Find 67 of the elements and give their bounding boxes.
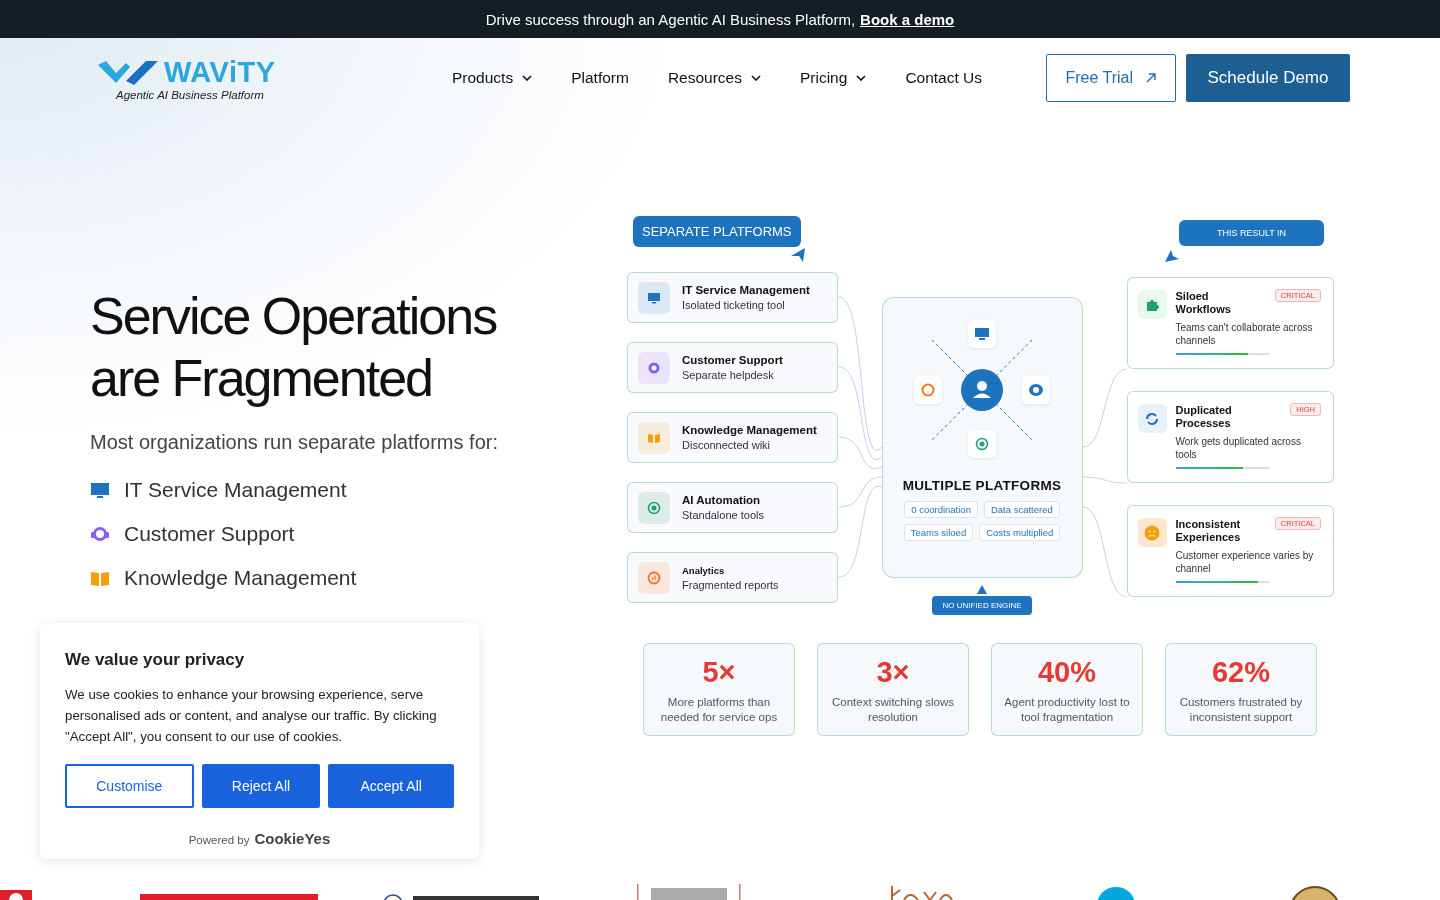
stat-description: Agent productivity lost to tool fragmentation — [1003, 695, 1131, 725]
platform-list-item: Knowledge Management — [124, 566, 357, 590]
platform-description: Standalone tools — [682, 509, 764, 521]
platform-list-item: Customer Support — [124, 522, 295, 546]
pointer-icon — [1165, 250, 1179, 262]
platform-list-item: IT Service Management — [124, 478, 347, 502]
result-description: Work gets duplicated across tools — [1175, 435, 1302, 461]
stat-value: 62% — [1211, 656, 1270, 689]
no-unified-engine-label: NO UNIFIED ENGINE — [932, 596, 1032, 615]
free-trial-button[interactable]: Free Trial — [1046, 54, 1176, 102]
platform-title: AI Automation — [682, 494, 762, 506]
cookie-button[interactable]: Accept All — [328, 764, 454, 808]
platform-description: Fragmented reports — [682, 578, 779, 591]
sync-icon — [1144, 410, 1160, 427]
result-description: Customer experience varies by channel — [1175, 549, 1315, 575]
nav-link[interactable]: Products — [452, 69, 533, 87]
hero-subtitle: Most organizations run separate platforms for: — [90, 431, 499, 454]
platform-title: IT Service Management — [682, 284, 810, 296]
separate-platforms-label: SEPARATE PLATFORMS — [633, 216, 801, 247]
issue-chip: Costs multiplied — [979, 524, 1061, 541]
stat-description: More platforms than needed for service ops — [659, 695, 779, 725]
stat-value: 40% — [1037, 656, 1096, 689]
announcement-text: Drive success through an Agentic AI Business Platform, — [485, 10, 856, 28]
connector-line — [1082, 476, 1128, 484]
client-logo — [1097, 886, 1135, 900]
issue-chip: 0 coordination — [904, 501, 978, 518]
cookie-title: We value your privacy — [65, 650, 246, 670]
result-label: THIS RESULT IN — [1179, 220, 1324, 246]
platform-title: Knowledge Management — [682, 424, 817, 436]
issue-chip: Teams siloed — [903, 524, 974, 541]
cookieyes-logo: CookieYes — [254, 830, 331, 847]
stat-value: 3× — [876, 656, 910, 689]
stat-description: Context switching slows resolution — [830, 695, 956, 725]
logo-wordmark: WAViTY — [164, 55, 276, 89]
pointer-icon — [791, 248, 805, 262]
logo-tagline: Agentic AI Business Platform — [116, 88, 265, 101]
hero-title: Service Operations are Fragmented — [90, 286, 498, 409]
result-title: Siloed Workflows — [1175, 290, 1232, 316]
cookie-button[interactable]: Reject All — [201, 764, 321, 808]
nav-link[interactable]: Resources — [667, 69, 761, 87]
sad-face-icon — [1144, 524, 1160, 541]
nav-link[interactable]: Contact Us — [905, 69, 983, 87]
platform-description: Isolated ticketing tool — [682, 299, 786, 311]
issue-chip: Data scattered — [983, 501, 1060, 518]
nav-link[interactable]: Platform — [571, 69, 629, 87]
result-description: Teams can't collaborate across channels — [1175, 321, 1314, 347]
multiple-platforms-title: MULTIPLE PLATFORMS — [902, 478, 1062, 493]
stat-value: 5× — [702, 656, 736, 689]
client-logo — [1290, 886, 1340, 900]
result-title: Inconsistent Experiences — [1175, 518, 1242, 544]
book-demo-link[interactable]: Book a demo — [860, 10, 955, 28]
platform-description: Separate helpdesk — [682, 369, 775, 381]
schedule-demo-button[interactable]: Schedule Demo — [1186, 54, 1350, 102]
arrow-up-icon — [977, 585, 987, 594]
client-logo — [890, 886, 954, 900]
result-title: Duplicated Processes — [1175, 404, 1233, 430]
nav-link[interactable]: Pricing — [800, 69, 867, 87]
client-logo — [0, 890, 32, 900]
platform-title: Analytics — [682, 564, 726, 576]
stat-description: Customers frustrated by inconsistent support — [1178, 695, 1304, 725]
arrow-up-right-icon — [1145, 72, 1157, 84]
powered-by-text: Powered by — [188, 834, 250, 846]
checkmarks-logo-icon — [96, 59, 160, 85]
platform-description: Disconnected wiki — [682, 439, 772, 451]
cookie-text: We use cookies to enhance your browsing experience, serve personalised ads or content, and analyse our traffic. By clicking "Accept All", you consent to our use of cookies. — [65, 686, 438, 746]
cookie-button[interactable]: Customise — [65, 764, 194, 808]
platform-title: Customer Support — [682, 354, 783, 366]
